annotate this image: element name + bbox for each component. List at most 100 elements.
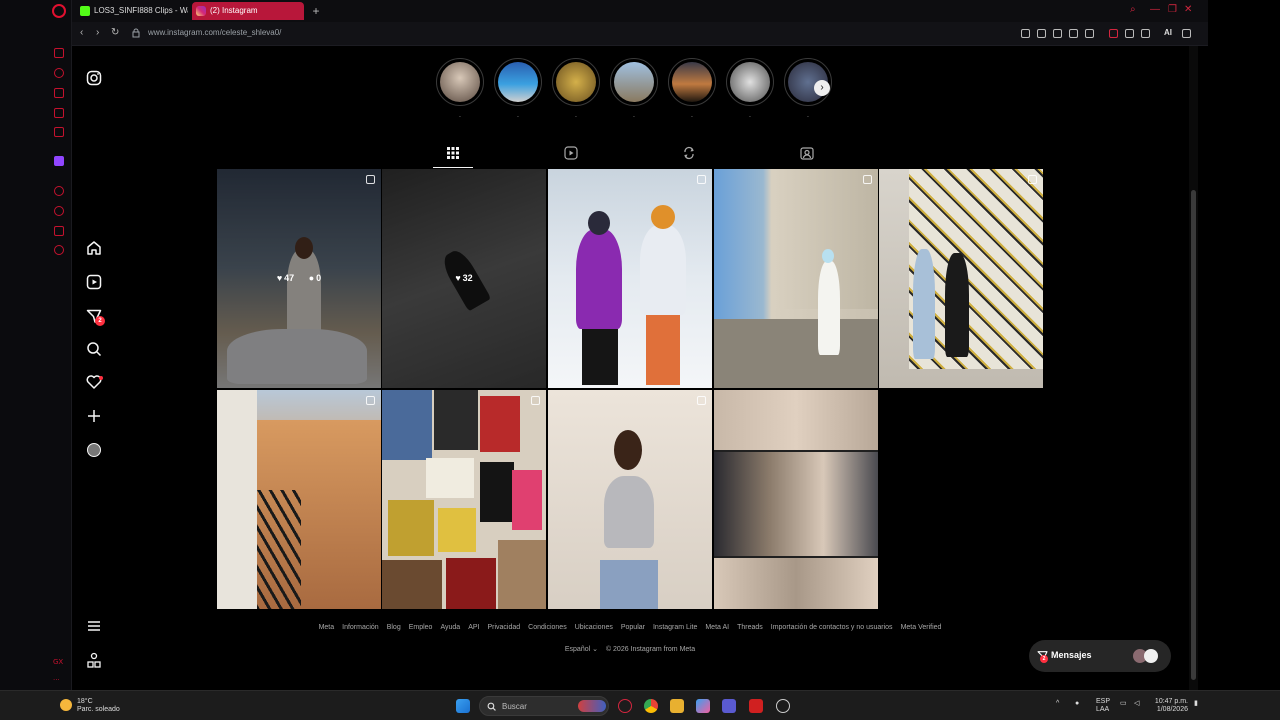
footer-link[interactable]: Importación de contactos y no usuarios	[771, 624, 893, 631]
post-thumbnail[interactable]	[714, 169, 878, 388]
sidebar-panel-icon[interactable]	[54, 127, 64, 137]
url-input[interactable]: www.instagram.com/celeste_shleva0/	[148, 28, 281, 37]
post-thumbnail[interactable]: ♥ 32	[382, 169, 546, 388]
teams-icon[interactable]	[722, 699, 736, 713]
sidebar-more-icon[interactable]: ···	[53, 676, 60, 684]
footer-link[interactable]: Meta Verified	[901, 624, 942, 631]
shield-icon[interactable]	[1053, 29, 1062, 38]
tab-posts-grid-icon[interactable]	[446, 146, 462, 162]
footer-link[interactable]: Ubicaciones	[575, 624, 613, 631]
opera-logo-icon[interactable]	[52, 4, 66, 18]
sidebar-player-icon[interactable]	[54, 186, 64, 196]
sidebar-messenger-icon[interactable]	[54, 108, 64, 118]
story-highlight[interactable]	[436, 58, 484, 106]
footer-link[interactable]: Blog	[387, 624, 401, 631]
search-icon[interactable]	[86, 341, 102, 357]
minimize-icon[interactable]: —	[1150, 4, 1160, 15]
home-icon[interactable]	[86, 240, 102, 256]
profile-avatar[interactable]	[86, 442, 102, 458]
menu-icon[interactable]	[1182, 29, 1191, 38]
tab-tagged-icon[interactable]	[800, 146, 816, 162]
sidebar-settings-icon[interactable]	[54, 245, 64, 255]
story-highlight[interactable]	[668, 58, 716, 106]
post-thumbnail[interactable]: ♥ 47 ● 0	[217, 169, 381, 388]
footer-link[interactable]: Información	[342, 624, 379, 631]
play-icon[interactable]	[1069, 29, 1078, 38]
file-explorer-icon[interactable]	[670, 699, 684, 713]
footer-link[interactable]: API	[468, 624, 479, 631]
chrome-app-icon[interactable]	[644, 699, 658, 713]
heart-icon[interactable]	[1085, 29, 1094, 38]
forward-icon[interactable]: ›	[96, 27, 99, 38]
post-thumbnail[interactable]	[548, 169, 712, 388]
post-thumbnail[interactable]	[217, 390, 381, 609]
sidebar-shop-icon[interactable]	[54, 88, 64, 98]
also-from-meta-icon[interactable]	[86, 652, 102, 668]
footer-link[interactable]: Empleo	[409, 624, 433, 631]
post-thumbnail[interactable]	[879, 169, 1043, 388]
search-tabs-icon[interactable]: ⌕	[1130, 4, 1136, 15]
copilot-icon[interactable]	[696, 699, 710, 713]
tab-instagram[interactable]: (2) Instagram	[192, 2, 304, 20]
sidebar-refresh-icon[interactable]	[54, 68, 64, 78]
download-icon[interactable]	[1141, 29, 1150, 38]
footer-link[interactable]: Meta	[319, 624, 335, 631]
bookmark-icon[interactable]	[1037, 29, 1046, 38]
footer-link[interactable]: Threads	[737, 624, 763, 631]
reels-icon[interactable]	[86, 274, 102, 290]
story-highlight[interactable]	[552, 58, 600, 106]
ai-button[interactable]: AI	[1164, 28, 1172, 37]
footer-link[interactable]: Ayuda	[440, 624, 460, 631]
footer-link[interactable]: Popular	[621, 624, 645, 631]
tray-chevron-up-icon[interactable]: ^	[1056, 700, 1059, 708]
messages-button[interactable]: 2 Mensajes	[1029, 640, 1171, 672]
notification-center-icon[interactable]: ▮	[1194, 700, 1198, 708]
profile-icon[interactable]	[1125, 29, 1134, 38]
weather-sun-icon[interactable]	[60, 699, 72, 711]
windows-start-icon[interactable]	[456, 699, 470, 713]
footer-link[interactable]: Instagram Lite	[653, 624, 697, 631]
footer-link[interactable]: Privacidad	[487, 624, 520, 631]
reload-icon[interactable]: ↻	[111, 27, 119, 38]
sidebar-gaming-icon[interactable]	[54, 48, 64, 58]
language-indicator[interactable]: ESP LAA	[1096, 698, 1110, 714]
wps-office-icon[interactable]	[749, 699, 763, 713]
settings-app-icon[interactable]	[776, 699, 790, 713]
taskbar-search[interactable]: Buscar	[479, 696, 609, 716]
pin-icon[interactable]	[1021, 29, 1030, 38]
microphone-icon[interactable]: ●	[1075, 700, 1079, 708]
post-stats: ♥ 47 ● 0	[217, 273, 381, 283]
maximize-icon[interactable]: ❐	[1168, 4, 1177, 15]
close-window-icon[interactable]: ✕	[1184, 4, 1192, 15]
language-select[interactable]: Español	[565, 646, 590, 653]
post-thumbnail[interactable]	[714, 390, 878, 609]
sidebar-history-icon[interactable]	[54, 206, 64, 216]
tab-reels-icon[interactable]	[564, 146, 580, 162]
opera-gx-app-icon[interactable]	[618, 699, 632, 713]
create-icon[interactable]	[86, 408, 102, 424]
post-thumbnail[interactable]	[548, 390, 712, 609]
clock[interactable]: 10:47 p.m. 1/08/2026	[1152, 698, 1188, 714]
back-icon[interactable]: ‹	[80, 27, 83, 38]
tab-kick-clips[interactable]: LOS3_SINFI888 Clips - Wat	[76, 2, 188, 20]
post-thumbnail[interactable]	[382, 390, 546, 609]
story-highlight[interactable]	[610, 58, 658, 106]
extension-icon[interactable]	[1109, 29, 1118, 38]
tab-reposts-icon[interactable]	[682, 146, 698, 162]
highlights-next-icon[interactable]: ›	[814, 80, 830, 96]
footer-link[interactable]: Meta AI	[705, 624, 729, 631]
instagram-logo-icon[interactable]	[86, 70, 102, 86]
story-highlight[interactable]	[494, 58, 542, 106]
post-subject	[822, 249, 834, 263]
scrollbar-thumb[interactable]	[1191, 190, 1196, 680]
sidebar-extensions-icon[interactable]	[54, 226, 64, 236]
network-icon[interactable]: ▭	[1120, 700, 1127, 708]
story-highlight[interactable]	[726, 58, 774, 106]
footer-link[interactable]: Condiciones	[528, 624, 567, 631]
weather-widget[interactable]: 18°C Parc. soleado	[77, 698, 120, 714]
new-tab-button[interactable]: +	[308, 3, 324, 19]
twitch-icon[interactable]	[54, 156, 64, 166]
volume-icon[interactable]: ◁	[1134, 700, 1139, 708]
instagram-page: 2 › . . . . . . . ♥ 47 ● 0 ♥ 32 Meta Inf…	[72, 46, 1188, 690]
chevron-down-icon[interactable]: ⌄	[592, 646, 598, 653]
